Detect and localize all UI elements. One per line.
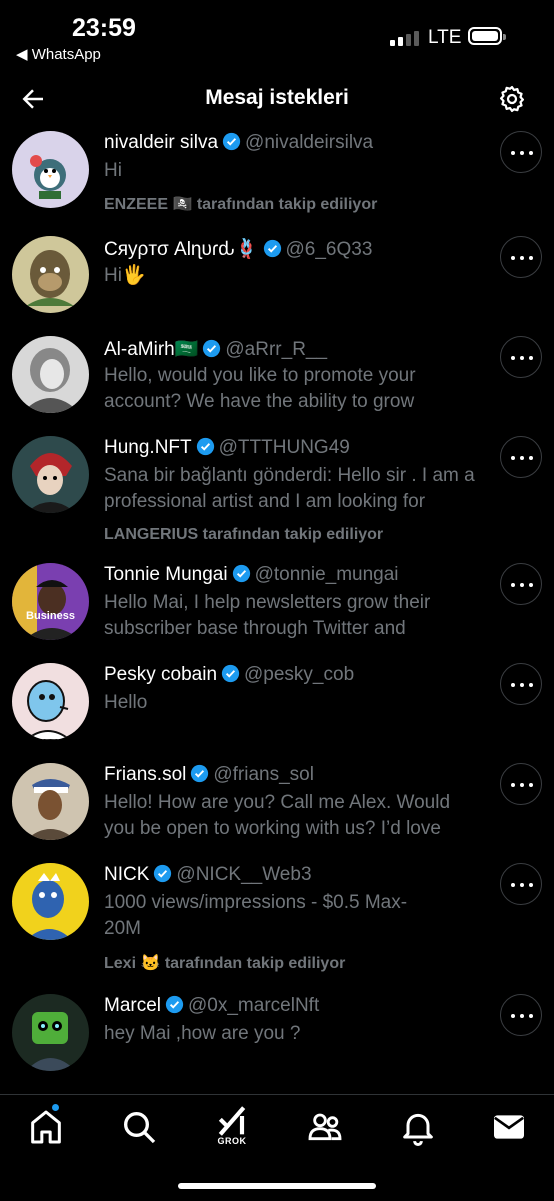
message-preview: 1000 views/impressions - $0.5 Max-20M — [104, 892, 408, 939]
sender-handle: @nivaldeirsilva — [245, 132, 374, 153]
avatar[interactable] — [12, 131, 89, 208]
grok-label: GROK — [217, 1136, 247, 1146]
communities-icon[interactable] — [305, 1107, 345, 1147]
grok-icon[interactable] — [212, 1101, 252, 1141]
back-to-app-link[interactable]: ◀ WhatsApp — [16, 45, 101, 63]
sender-name: Al-aMirh🇸🇦 — [104, 339, 199, 360]
network-type: LTE — [428, 27, 462, 48]
battery-icon — [468, 27, 506, 45]
message-preview: Hello — [104, 692, 148, 713]
sender-name: Cяуρтσ Alɳυɾԃ🪢 — [104, 239, 259, 260]
message-preview: hey Mai ,how are you ? — [104, 1023, 301, 1044]
more-options-button[interactable] — [500, 336, 542, 378]
sender-handle: @NICK__Web3 — [176, 864, 312, 885]
avatar[interactable] — [12, 236, 89, 313]
followed-by-note: LANGERIUS tarafından takip ediliyor — [104, 526, 384, 543]
avatar[interactable]: Business — [12, 563, 89, 640]
signal-strength-icon — [390, 30, 422, 46]
message-preview: Hello! How are you? Call me Alex. Would … — [104, 792, 451, 839]
settings-gear-icon[interactable] — [497, 84, 527, 114]
sender-name: Marcel — [104, 995, 162, 1016]
status-time: 23:59 — [72, 14, 136, 42]
followed-by-note: ENZEEE 🏴‍☠️ tarafından takip ediliyor — [104, 196, 378, 213]
avatar[interactable] — [12, 336, 89, 413]
sender-name: NICK — [104, 864, 150, 885]
avatar[interactable] — [12, 994, 89, 1071]
sender-handle: @pesky_cob — [244, 664, 355, 685]
sender-name: Hung.NFT — [104, 437, 192, 458]
message-preview: Sana bir bağlantı gönderdi: Hello sir . … — [104, 465, 475, 512]
home-indicator[interactable] — [178, 1183, 376, 1189]
sender-handle: @frians_sol — [213, 764, 314, 785]
top-bar: Mesaj istekleri — [0, 74, 554, 124]
more-options-button[interactable] — [500, 236, 542, 278]
message-preview: Hi🖐 — [104, 265, 146, 286]
avatar-label: Business — [26, 610, 75, 622]
notifications-icon[interactable] — [398, 1107, 438, 1147]
message-requests-list: nivaldeir silva @nivaldeirsilva Hi ENZEEE… — [0, 124, 554, 1094]
sender-handle: @6_6Q33 — [285, 239, 373, 260]
home-icon[interactable] — [26, 1107, 66, 1147]
search-icon[interactable] — [119, 1107, 159, 1147]
avatar[interactable] — [12, 863, 89, 940]
sender-handle: @aRrr_R__ — [225, 339, 328, 360]
sender-handle: @TTTHUNG49 — [218, 437, 350, 458]
sender-name: Frians.sol — [104, 764, 187, 785]
verified-badge-icon — [263, 239, 281, 258]
message-preview: Hi — [104, 160, 122, 181]
more-options-button[interactable] — [500, 131, 542, 173]
more-options-button[interactable] — [500, 994, 542, 1036]
avatar[interactable] — [12, 663, 89, 740]
verified-badge-icon — [165, 995, 184, 1014]
verified-badge-icon — [203, 339, 221, 358]
more-options-button[interactable] — [500, 863, 542, 905]
more-options-button[interactable] — [500, 436, 542, 478]
avatar[interactable] — [12, 763, 89, 840]
verified-badge-icon — [154, 864, 172, 883]
more-options-button[interactable] — [500, 763, 542, 805]
verified-badge-icon — [232, 564, 250, 583]
sender-handle: @0x_marcelNft — [188, 995, 320, 1016]
sender-name: Tonnie Mungai — [104, 564, 228, 585]
messages-icon[interactable] — [489, 1107, 529, 1147]
avatar[interactable] — [12, 436, 89, 513]
status-bar: 23:59 ◀ WhatsApp LTE — [0, 0, 554, 74]
more-options-button[interactable] — [500, 663, 542, 705]
sender-name: Pesky cobain — [104, 664, 218, 685]
message-preview: Hello, would you like to promote your ac… — [104, 365, 416, 412]
page-title: Mesaj istekleri — [205, 86, 349, 109]
verified-badge-icon — [196, 437, 214, 456]
more-options-button[interactable] — [500, 563, 542, 605]
verified-badge-icon — [191, 764, 209, 783]
sender-handle: @tonnie_mungai — [254, 564, 399, 585]
verified-badge-icon — [221, 664, 240, 683]
followed-by-note: Lexi 🐱 tarafından takip ediliyor — [104, 955, 346, 972]
verified-badge-icon — [222, 132, 241, 151]
message-preview: Hello Mai, I help newsletters grow their… — [104, 592, 431, 639]
sender-name: nivaldeir silva — [104, 132, 219, 153]
new-content-dot — [52, 1104, 59, 1111]
